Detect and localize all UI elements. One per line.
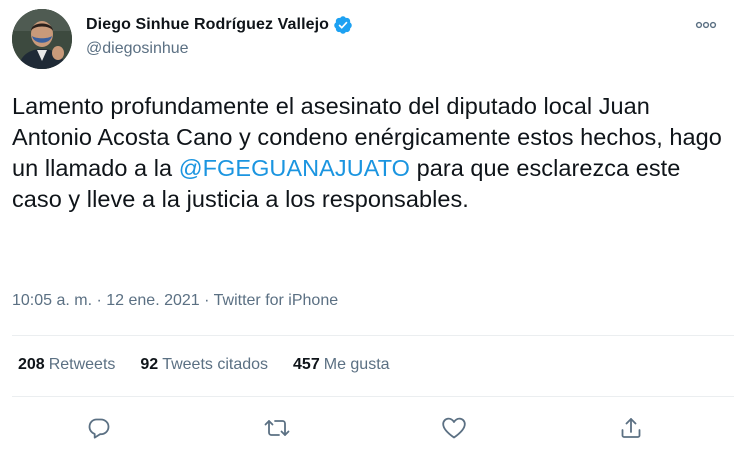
retweets-count: 208: [18, 356, 45, 373]
more-options-button[interactable]: [692, 15, 720, 35]
avatar[interactable]: [12, 9, 72, 69]
reply-button[interactable]: [82, 411, 116, 445]
retweets-stat[interactable]: 208 Retweets: [18, 356, 115, 374]
tweet-source[interactable]: Twitter for iPhone: [214, 292, 339, 309]
quotes-stat[interactable]: 92 Tweets citados: [140, 356, 268, 374]
tweet-header: Diego Sinhue Rodríguez Vallejo @diegosin…: [12, 9, 722, 69]
more-dots-icon: [695, 21, 717, 29]
tweet-date[interactable]: 12 ene. 2021: [106, 292, 199, 309]
likes-count: 457: [293, 356, 320, 373]
quotes-label: Tweets citados: [162, 356, 269, 373]
heart-icon: [442, 417, 466, 439]
user-handle[interactable]: @diegosinhue: [86, 40, 353, 58]
divider: [12, 396, 734, 397]
tweet-time[interactable]: 10:05 a. m.: [12, 292, 92, 309]
verified-badge-icon: [333, 15, 353, 35]
tweet-actions: [0, 405, 734, 449]
reply-icon: [88, 418, 110, 439]
tweet-stats: 208 Retweets 92 Tweets citados 457 Me gusta: [18, 356, 390, 374]
mention-link[interactable]: @FGEGUANAJUATO: [179, 155, 410, 181]
likes-label: Me gusta: [323, 356, 390, 373]
tweet-meta: 10:05 a. m. · 12 ene. 2021 · Twitter for…: [12, 292, 338, 310]
tweet-card: Diego Sinhue Rodríguez Vallejo @diegosin…: [0, 0, 734, 452]
retweet-icon: [264, 420, 290, 436]
retweet-button[interactable]: [260, 411, 294, 445]
likes-stat[interactable]: 457 Me gusta: [293, 356, 390, 374]
share-icon: [621, 418, 641, 438]
display-name-row: Diego Sinhue Rodríguez Vallejo: [86, 14, 353, 36]
retweets-label: Retweets: [48, 356, 116, 373]
like-button[interactable]: [437, 411, 471, 445]
author-info: Diego Sinhue Rodríguez Vallejo @diegosin…: [86, 14, 353, 58]
share-button[interactable]: [614, 411, 648, 445]
display-name[interactable]: Diego Sinhue Rodríguez Vallejo: [86, 16, 329, 34]
tweet-text: Lamento profundamente el asesinato del d…: [12, 91, 724, 215]
quotes-count: 92: [140, 356, 159, 373]
meta-separator: ·: [92, 292, 107, 309]
meta-separator: ·: [199, 292, 214, 309]
divider: [12, 335, 734, 336]
